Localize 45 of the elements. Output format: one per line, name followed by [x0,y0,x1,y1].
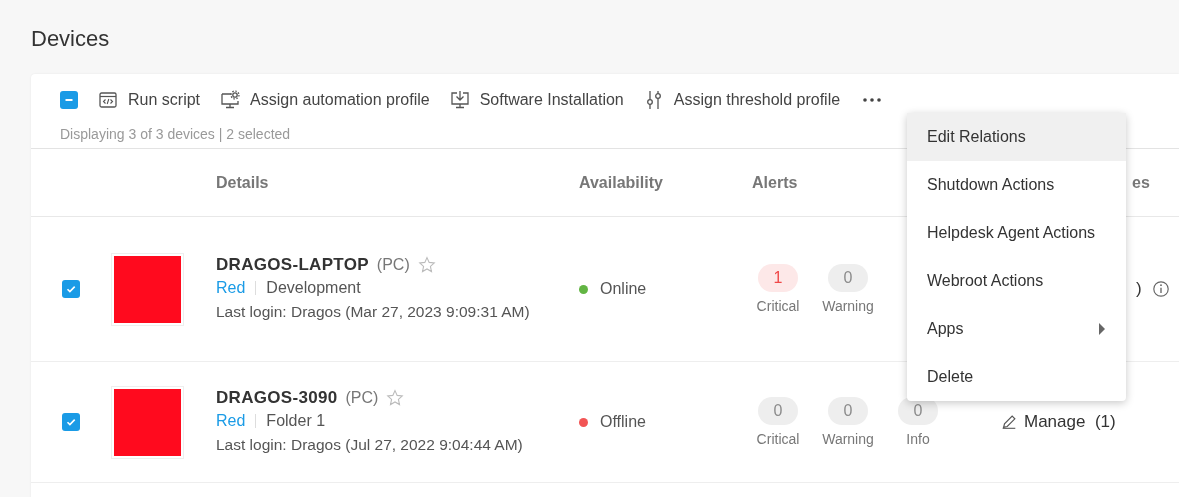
alert-label: Warning [822,298,874,314]
alert-label: Warning [822,431,874,447]
menu-item[interactable]: Edit Relations [907,113,1126,161]
check-icon [65,283,77,295]
folder-name: Development [266,278,361,297]
device-name[interactable]: DRAGOS-LAPTOP [216,254,369,275]
manage-link[interactable]: Manage (1) [1000,412,1179,432]
select-all-checkbox[interactable] [60,91,78,109]
monitor-gear-icon [220,90,241,110]
availability-status: Offline [600,413,646,431]
manage-count: ) [1136,279,1142,299]
code-window-icon [98,90,118,110]
column-header: Alerts [752,173,798,192]
last-login-text: Last login: Dragos (Mar 27, 2023 9:09:31 AM) [216,301,531,322]
device-type: (PC) [345,388,379,407]
toolbar-button[interactable]: Assign threshold profile [643,90,841,110]
info-icon[interactable] [1151,280,1170,298]
monitor-download-icon [449,90,470,110]
toolbar-button[interactable]: Run script [98,90,201,110]
column-header: Details [216,173,269,192]
folder-name: Folder 1 [266,411,326,430]
column-header: es [1132,173,1150,192]
row-checkbox[interactable] [62,413,80,431]
star-icon[interactable] [386,388,405,407]
menu-item[interactable]: Shutdown Actions [907,161,1126,209]
availability-status: Online [600,280,647,298]
menu-item[interactable]: Apps [907,305,1126,353]
menu-item[interactable]: Helpdesk Agent Actions [907,209,1126,257]
status-text: Displaying 3 of 3 devices | 2 selected [60,126,291,142]
toolbar-button[interactable]: Software Installation [449,90,624,110]
device-type: (PC) [376,255,410,274]
check-icon [65,416,77,428]
column-header: Availability [579,173,663,192]
page-title: Devices [30,25,111,53]
row-checkbox[interactable] [62,280,80,298]
last-login-text: Last login: Dragos (Jul 27, 2022 9:04:44 AM) [216,434,524,455]
toolbar-button[interactable]: Assign automation profile [220,90,430,110]
pencil-icon [1000,413,1018,431]
alert-label: Critical [756,431,800,447]
alert-label: Info [906,431,930,447]
alert-label: Critical [756,298,800,314]
star-icon[interactable] [417,255,436,274]
device-name[interactable]: DRAGOS-3090 [216,387,338,408]
menu-item[interactable]: Webroot Actions [907,257,1126,305]
submenu-arrow-icon [1098,323,1106,335]
